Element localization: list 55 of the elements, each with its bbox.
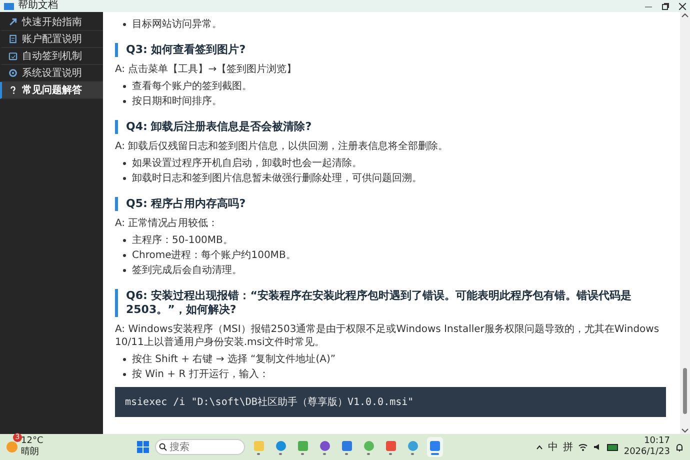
start-icon[interactable] [136,441,149,453]
scroll-up-icon[interactable] [681,12,689,18]
bullet-item: 查看每个账户的签到截图。 [132,80,252,93]
bullet-icon [123,254,126,257]
section-heading: Q5: 程序占用内存高吗? [115,197,666,211]
search-field[interactable]: 搜索 [154,439,245,455]
bullet-item: 主程序：50-100MB。 [132,234,233,247]
question-icon [8,85,18,95]
bullet-item: 签到完成后会自动清理。 [132,264,242,277]
section-heading: Q3: 如何查看签到图片? [115,43,666,57]
bullet-icon [123,373,126,376]
document-icon [8,34,18,44]
bullet-item: 按 Win + R 打开运行，输入： [132,368,269,381]
speaker-icon[interactable] [592,443,602,451]
bullet-item: Chrome进程：每个账户约100MB。 [132,249,296,262]
sidebar-item[interactable]: 常见问题解答 [0,82,103,99]
answer-text: A: 卸载后仅残留日志和签到图片信息，以供回溯，注册表信息将全部删除。 [115,140,450,153]
bullet-item: 按日期和时间排序。 [132,95,222,108]
bullet-item: 按住 Shift + 右键 → 选择 “复制文件地址(A)” [132,353,336,366]
clock-time[interactable]: 10:17 [644,436,670,447]
scrollbar[interactable] [680,12,690,434]
gear-icon [8,68,18,78]
ime-indicator[interactable]: 中 [548,440,558,454]
bullet-icon [123,85,126,88]
app-icon [4,2,14,10]
bullet-icon [123,269,126,272]
taskbar-app-icon[interactable] [426,437,443,457]
scroll-down-icon[interactable] [681,428,689,434]
answer-text: A: 正常情况占用较低： [115,217,220,230]
close-icon[interactable] [679,2,686,10]
bullet-item: 如果设置过程序开机自启动，卸载时也会一起清除。 [132,157,362,170]
wifi-icon[interactable] [578,443,588,451]
clock-date[interactable]: 2026/1/23 [624,447,670,458]
restore-icon[interactable] [662,2,669,10]
bullet-icon [123,358,126,361]
bullet-icon [123,239,126,242]
battery-icon[interactable] [606,444,619,450]
answer-text: A: 点击菜单【工具】→【签到图片浏览】 [115,63,298,76]
code-block: msiexec /i "D:\soft\DB社区助手（尊享版）V1.0.0.msi" [115,387,666,417]
bullet-icon [123,23,126,26]
search-icon [158,443,167,451]
chevron-up-icon[interactable] [536,444,543,450]
bullet-icon [123,100,126,103]
section-heading: Q4: 卸载后注册表信息是否会被清除? [115,120,666,134]
section-heading: Q6: 安装过程出现报错：“安装程序在安装此程序包时遇到了错误。可能表明此程序包有错。错误代码是2503。”，如何解决? [115,289,666,317]
answer-text: A: Windows安装程序（MSI）报错2503通常是由于权限不足或Windows Installer服务权限问题导致的，尤其在Windows 10/11上以普通用户身份安装.msi文件时常见。 [115,323,660,349]
temperature-text: 12°C [21,436,44,446]
sun-icon [6,441,18,453]
bullet-item: 卸载时日志和签到图片信息暂未做强行删除处理，可供问题回溯。 [132,172,422,185]
ime-indicator[interactable]: 拼 [562,440,573,454]
weather-condition: 晴朗 [21,447,40,458]
bullet-item: 目标网站访问异常。 [132,18,222,31]
bullet-icon [123,177,126,180]
bullet-icon [123,162,126,165]
notification-icon[interactable] [675,442,684,452]
